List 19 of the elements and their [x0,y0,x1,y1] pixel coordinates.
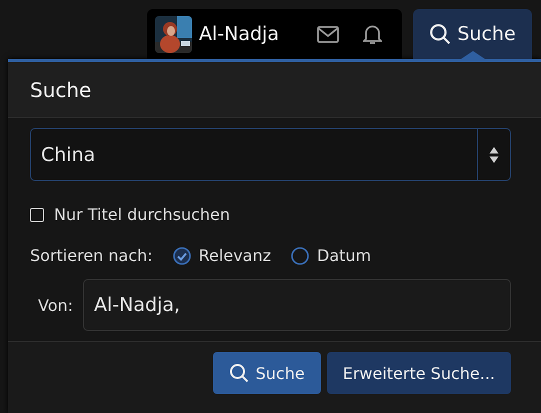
user-menu[interactable]: Al-Nadja [147,9,402,59]
search-icon [429,23,452,45]
from-label: Von: [38,296,74,314]
search-icon [228,363,249,383]
checkbox[interactable] [30,208,44,222]
search-tab[interactable]: Suche [413,9,532,59]
advanced-search-button[interactable]: Erweiterte Suche... [326,352,511,394]
sort-arrows-icon [489,146,499,164]
bell-icon[interactable] [363,24,382,44]
sort-label: Sortieren nach: [30,246,153,265]
from-field[interactable]: Al-Nadja, [83,279,511,331]
mail-icon[interactable] [317,26,339,42]
popup-title: Suche [30,78,92,102]
sort-option[interactable]: Relevanz [172,246,271,265]
search-button[interactable]: Suche [212,352,321,394]
checkbox-label: Nur Titel durchsuchen [54,205,230,224]
search-field[interactable]: China [30,128,511,181]
sort-option[interactable]: Datum [291,246,372,265]
username: Al-Nadja [199,23,279,45]
